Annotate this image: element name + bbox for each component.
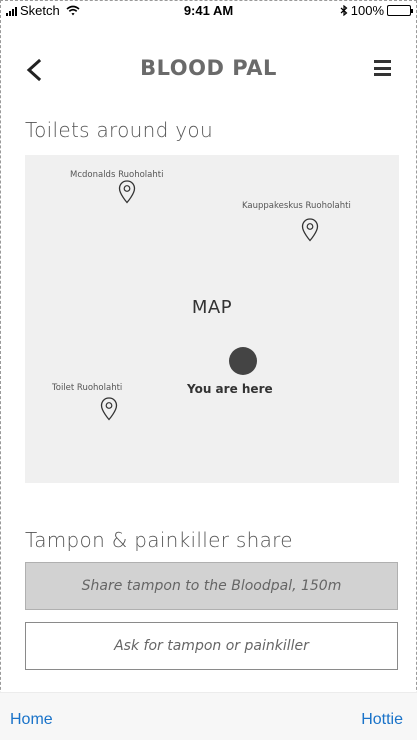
map-pin-icon[interactable]: [118, 180, 136, 204]
app-title: BLOOD PAL: [140, 56, 277, 80]
hamburger-menu-icon[interactable]: [374, 60, 391, 76]
status-right: 100%: [340, 3, 413, 18]
map-pin-icon[interactable]: [100, 397, 118, 421]
battery-icon: [387, 5, 413, 16]
map-pin-icon[interactable]: [301, 218, 319, 242]
place-label-toilet-ruoholahti: Toilet Ruoholahti: [52, 383, 123, 393]
status-bar: Sketch 9:41 AM 100%: [0, 0, 417, 22]
battery-percent: 100%: [350, 3, 384, 18]
tab-bar: Home Hottie: [0, 692, 417, 740]
toilets-heading: Toilets around you: [25, 118, 213, 142]
ask-tampon-button[interactable]: Ask for tampon or painkiller: [25, 622, 398, 670]
tab-home[interactable]: Home: [10, 711, 53, 729]
share-heading: Tampon & painkiller share: [25, 528, 293, 552]
nav-bar: BLOOD PAL: [0, 50, 417, 90]
tab-hottie[interactable]: Hottie: [361, 711, 403, 729]
bluetooth-icon: [340, 5, 348, 16]
current-location-label: You are here: [187, 382, 273, 396]
place-label-kauppakeskus: Kauppakeskus Ruoholahti: [242, 201, 351, 211]
map-view[interactable]: MAP Mcdonalds Ruoholahti Kauppakeskus Ru…: [25, 155, 399, 483]
current-location-dot: [229, 347, 257, 375]
map-placeholder-label: MAP: [191, 297, 233, 318]
share-tampon-button[interactable]: Share tampon to the Bloodpal, 150m: [25, 562, 398, 610]
place-label-mcdonalds: Mcdonalds Ruoholahti: [70, 170, 164, 180]
